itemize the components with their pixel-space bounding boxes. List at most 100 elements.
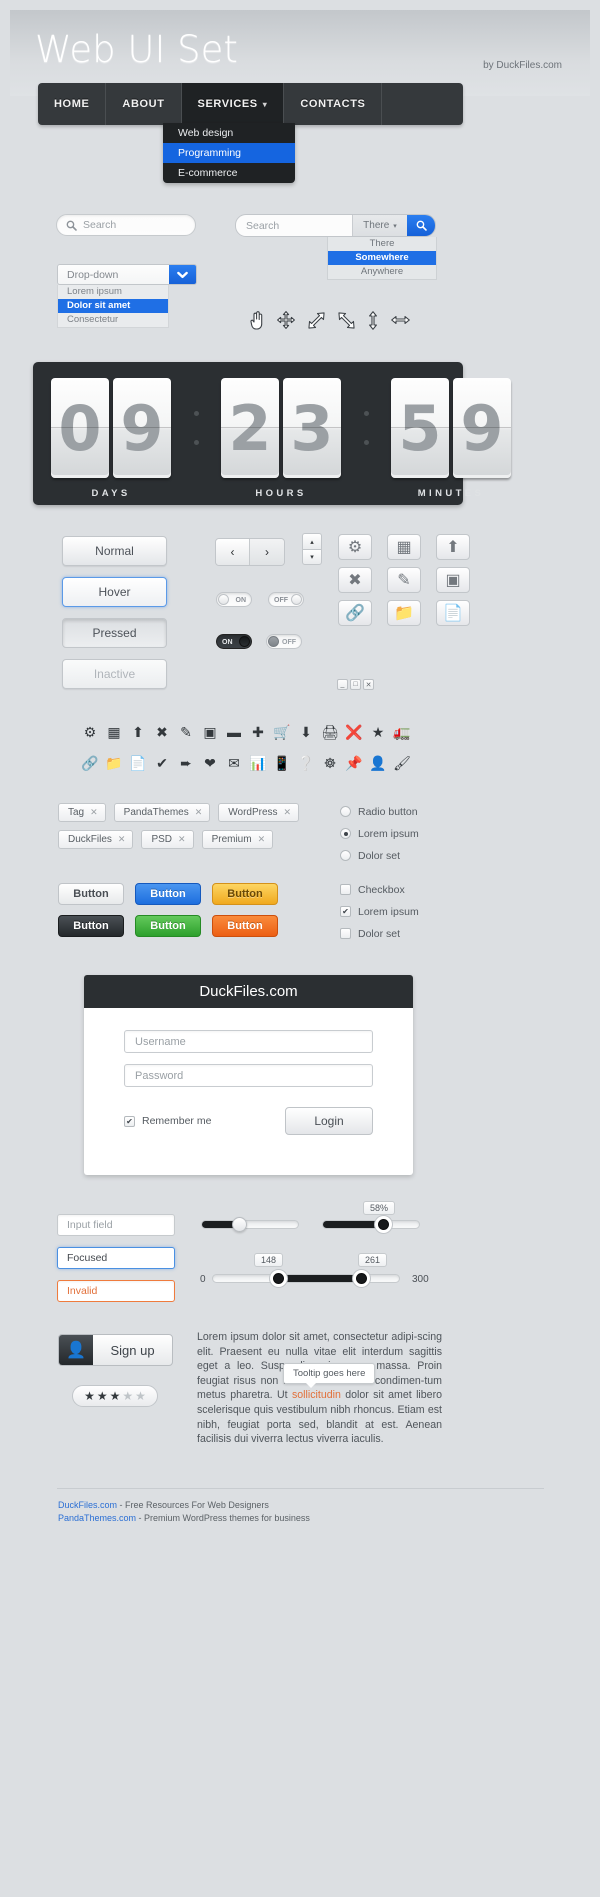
input-invalid[interactable]: Invalid [57, 1280, 175, 1302]
slider-track[interactable] [322, 1219, 420, 1230]
radio-option-dolor-set[interactable]: Dolor set [340, 847, 419, 864]
input-focused[interactable]: Focused [57, 1247, 175, 1269]
nav-menu-item-web-design[interactable]: Web design [163, 123, 295, 143]
button-blue[interactable]: Button [135, 883, 201, 905]
username-field[interactable]: Username [124, 1030, 373, 1053]
tag-item[interactable]: PandaThemes ✕ [113, 803, 211, 822]
toggle-dark-off[interactable]: OFF [266, 634, 302, 649]
toggle-dark-on[interactable]: ON [216, 634, 252, 649]
search-scope-select[interactable]: There ▾ [352, 215, 407, 236]
checkbox-indicator[interactable] [340, 928, 351, 939]
radio-indicator[interactable] [340, 828, 351, 839]
checkbox-indicator[interactable] [340, 884, 351, 895]
toggle-switch[interactable]: ON [216, 592, 252, 607]
button-green[interactable]: Button [135, 915, 201, 937]
link-icon-button[interactable]: 🔗 [338, 600, 372, 626]
toggle-light-off[interactable]: OFF [268, 592, 304, 607]
scope-option-there[interactable]: There [328, 237, 436, 251]
close-icon[interactable]: ✕ [258, 834, 266, 845]
dropdown-option-dolor-sit-amet[interactable]: Dolor sit amet [58, 299, 168, 313]
tag-item[interactable]: Premium ✕ [201, 830, 274, 849]
button-dark[interactable]: Button [58, 915, 124, 937]
toggle-switch[interactable]: OFF [266, 634, 302, 649]
dropdown-option-lorem-ipsum[interactable]: Lorem ipsum [58, 285, 168, 299]
radio-option-lorem-ipsum[interactable]: Lorem ipsum [340, 825, 419, 842]
radio-indicator[interactable] [340, 850, 351, 861]
rating-widget[interactable]: ★ ★ ★ ★ ★ [72, 1385, 158, 1407]
slider-track[interactable] [212, 1273, 400, 1284]
footer-link-pandathemes[interactable]: PandaThemes.com [58, 1513, 136, 1523]
password-field[interactable]: Password [124, 1064, 373, 1087]
spinner-down-button[interactable]: ▾ [302, 549, 322, 565]
close-icon[interactable]: ✕ [363, 679, 374, 690]
maximize-icon[interactable]: □ [350, 679, 361, 690]
button-orange[interactable]: Button [212, 915, 278, 937]
scope-option-somewhere[interactable]: Somewhere [328, 251, 436, 265]
folder-icon-button[interactable]: 📁 [387, 600, 421, 626]
slider-track[interactable] [201, 1217, 299, 1232]
search-input[interactable]: Search [236, 215, 352, 236]
tag-item[interactable]: Tag ✕ [58, 803, 106, 822]
checkbox-indicator[interactable]: ✔ [124, 1115, 135, 1127]
next-button[interactable]: › [250, 539, 284, 565]
close-icon[interactable]: ✕ [284, 807, 292, 818]
radio-indicator[interactable] [340, 806, 351, 817]
slider-handle[interactable] [377, 1219, 389, 1230]
signup-button[interactable]: 👤 Sign up [58, 1334, 173, 1366]
star-icon[interactable]: ★ [122, 1389, 133, 1403]
gears-icon-button[interactable]: ⚙ [338, 534, 372, 560]
close-icon[interactable]: ✕ [90, 807, 98, 818]
toggle-light-on[interactable]: ON [216, 592, 252, 607]
input-normal[interactable]: Input field [57, 1214, 175, 1236]
nav-item-about[interactable]: ABOUT [106, 83, 182, 125]
window-icon-button[interactable]: ▦ [387, 534, 421, 560]
nav-item-services[interactable]: SERVICES ▾ [181, 83, 285, 125]
radio-option-radio-button[interactable]: Radio button [340, 803, 419, 820]
tag-item[interactable]: DuckFiles ✕ [58, 830, 134, 849]
range-low-handle[interactable] [272, 1273, 284, 1284]
star-icon[interactable]: ★ [135, 1389, 146, 1403]
box-icon-button[interactable]: ▣ [436, 567, 470, 593]
nav-menu-item-programming[interactable]: Programming [163, 143, 295, 163]
toggle-switch[interactable]: ON [216, 634, 252, 649]
range-high-handle[interactable] [356, 1273, 368, 1284]
search-submit-button[interactable] [407, 215, 435, 236]
slider-handle[interactable] [231, 1217, 247, 1232]
nav-menu-item-ecommerce[interactable]: E-commerce [163, 163, 295, 183]
close-icon[interactable]: ✕ [178, 834, 186, 845]
checkbox-indicator[interactable]: ✔ [340, 906, 351, 917]
nav-item-home[interactable]: HOME [38, 83, 107, 125]
tag-item[interactable]: PSD ✕ [141, 830, 194, 849]
pencil-icon-button[interactable]: ✎ [387, 567, 421, 593]
button-normal[interactable]: Normal [62, 536, 167, 566]
checkbox-option-dolor-set[interactable]: Dolor set [340, 925, 419, 942]
spinner-up-button[interactable]: ▴ [302, 533, 322, 549]
close-icon[interactable]: ✕ [195, 807, 203, 818]
checkbox-option-checkbox[interactable]: Checkbox [340, 881, 419, 898]
footer-link-duckfiles[interactable]: DuckFiles.com [58, 1500, 117, 1510]
prev-button[interactable]: ‹ [216, 539, 250, 565]
star-icon[interactable]: ★ [110, 1389, 121, 1403]
button-white[interactable]: Button [58, 883, 124, 905]
dropdown-arrow-button[interactable] [169, 265, 196, 284]
star-icon[interactable]: ★ [97, 1389, 108, 1403]
remember-me-option[interactable]: ✔ Remember me [124, 1113, 211, 1130]
paragraph-highlight[interactable]: sollicitudin [292, 1389, 341, 1401]
login-button[interactable]: Login [285, 1107, 373, 1135]
dropdown-select[interactable]: Drop-down [57, 264, 197, 285]
minimize-icon[interactable]: _ [337, 679, 348, 690]
document-icon-button[interactable]: 📄 [436, 600, 470, 626]
toggle-switch[interactable]: OFF [268, 592, 304, 607]
button-hover[interactable]: Hover [62, 577, 167, 607]
scope-option-anywhere[interactable]: Anywhere [328, 265, 436, 279]
button-yellow[interactable]: Button [212, 883, 278, 905]
nav-item-contacts[interactable]: CONTACTS [284, 83, 383, 125]
tag-item[interactable]: WordPress ✕ [218, 803, 300, 822]
dropdown-option-consectetur[interactable]: Consectetur [58, 313, 168, 327]
slider-percent[interactable]: 58% [322, 1201, 420, 1230]
close-x-icon-button[interactable]: ✖ [338, 567, 372, 593]
star-icon[interactable]: ★ [84, 1389, 95, 1403]
slider-plain[interactable] [201, 1217, 299, 1232]
upload-icon-button[interactable]: ⬆ [436, 534, 470, 560]
search-input-rounded[interactable]: Search [56, 214, 196, 236]
